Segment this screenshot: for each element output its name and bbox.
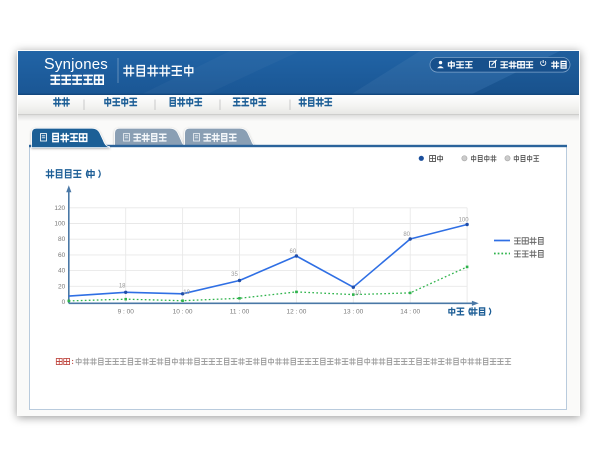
svg-text:18: 18 xyxy=(119,283,126,289)
svg-text:10 : 00: 10 : 00 xyxy=(173,309,193,316)
svg-text:10: 10 xyxy=(354,291,361,297)
svg-text:60: 60 xyxy=(290,249,297,255)
svg-text:20: 20 xyxy=(58,283,66,290)
svg-text:14 : 00: 14 : 00 xyxy=(400,309,420,316)
svg-text:35: 35 xyxy=(231,272,238,278)
svg-text:80: 80 xyxy=(58,236,66,243)
svg-text:100: 100 xyxy=(459,217,470,223)
svg-text:100: 100 xyxy=(54,221,65,228)
svg-text:9 : 00: 9 : 00 xyxy=(118,309,135,316)
svg-text:11 : 00: 11 : 00 xyxy=(230,309,250,316)
svg-text:Synjones: Synjones xyxy=(44,56,108,73)
svg-text:120: 120 xyxy=(54,205,65,212)
svg-text:10: 10 xyxy=(183,290,190,296)
svg-text:80: 80 xyxy=(403,232,410,238)
svg-text:40: 40 xyxy=(58,268,66,275)
svg-text:12 : 00: 12 : 00 xyxy=(286,309,306,316)
svg-text:0: 0 xyxy=(62,299,66,306)
svg-text:60: 60 xyxy=(58,252,66,259)
svg-text:13 : 00: 13 : 00 xyxy=(343,309,363,316)
